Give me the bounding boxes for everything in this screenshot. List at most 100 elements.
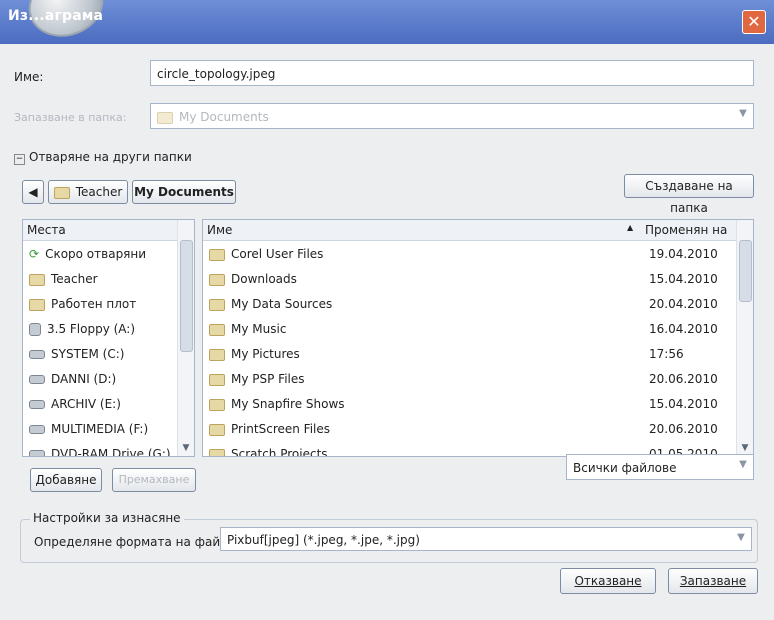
folder-icon	[209, 273, 225, 286]
file-modified: 19.04.2010	[649, 247, 718, 261]
format-label: Определяне формата на файл:	[34, 535, 232, 549]
places-item-label: Скоро отваряни	[45, 247, 147, 261]
files-pane: Име ▲ Променян на Corel User Files 19.04.…	[202, 219, 754, 457]
cancel-label: Отказване	[574, 574, 642, 588]
file-modified: 17:56	[649, 347, 684, 361]
drive-icon	[29, 375, 45, 384]
places-item-label: Работен плот	[51, 297, 137, 311]
file-row[interactable]: Downloads 15.04.2010	[203, 267, 739, 291]
places-item[interactable]: DVD-RAM Drive (G:)	[23, 442, 171, 457]
folder-icon	[209, 448, 225, 456]
add-place-button[interactable]: Добавяне	[30, 468, 102, 492]
cancel-button[interactable]: Отказване	[560, 568, 656, 594]
places-scrollbar[interactable]: ▼	[177, 220, 194, 456]
folder-icon	[53, 186, 70, 199]
places-item-label: 3.5 Floppy (A:)	[47, 322, 136, 336]
file-name: My Music	[231, 322, 287, 336]
places-item-label: DANNI (D:)	[51, 372, 117, 386]
path-segment-label: Teacher	[75, 185, 123, 199]
file-row[interactable]: Corel User Files 19.04.2010	[203, 242, 739, 266]
save-dialog: Име: circle_topology.jpeg Запазване в па…	[0, 44, 774, 620]
folder-icon	[209, 398, 225, 411]
save-in-value: My Documents	[179, 110, 269, 124]
drive-icon	[29, 425, 45, 434]
scroll-thumb[interactable]	[180, 240, 193, 352]
places-item[interactable]: ARCHIV (E:)	[23, 392, 121, 416]
places-item-label: MULTIMEDIA (F:)	[51, 422, 149, 436]
close-icon[interactable]: ✕	[742, 10, 766, 34]
file-row[interactable]: My Snapfire Shows 15.04.2010	[203, 392, 739, 416]
format-select[interactable]: Pixbuf[jpeg] (*.jpeg, *.jpe, *.jpg) ▼	[220, 527, 752, 551]
file-name: Downloads	[231, 272, 297, 286]
chevron-down-icon: ▼	[739, 459, 747, 470]
file-modified: 15.04.2010	[649, 272, 718, 286]
folder-icon	[209, 323, 225, 336]
path-segment-my-documents[interactable]: My Documents	[132, 180, 236, 204]
folder-icon	[209, 373, 225, 386]
places-item[interactable]: MULTIMEDIA (F:)	[23, 417, 148, 441]
folder-icon	[209, 348, 225, 361]
places-item-label: Teacher	[51, 272, 98, 286]
file-name: My Data Sources	[231, 297, 333, 311]
places-item[interactable]: Работен плот	[23, 292, 136, 316]
path-segment-teacher[interactable]: Teacher	[48, 180, 128, 204]
folder-icon	[157, 111, 173, 124]
places-item-label: SYSTEM (C:)	[51, 347, 125, 361]
save-label: Запазване	[679, 574, 747, 588]
window-title: Из...аграма	[8, 8, 104, 24]
create-folder-button[interactable]: Създаване на папка	[624, 174, 754, 215]
path-back-button[interactable]: ◀	[22, 180, 44, 204]
scroll-thumb[interactable]	[739, 240, 752, 302]
browse-toggle-label: Отваряне на други папки	[29, 150, 192, 164]
scroll-down-icon[interactable]: ▼	[178, 440, 194, 456]
places-item[interactable]: SYSTEM (C:)	[23, 342, 124, 366]
collapse-icon: −	[14, 154, 25, 165]
places-item[interactable]: Teacher	[23, 267, 98, 291]
file-row[interactable]: My Pictures 17:56	[203, 342, 739, 366]
export-section-title: Настройки за изнасяне	[30, 511, 184, 525]
places-item[interactable]: DANNI (D:)	[23, 367, 116, 391]
folder-icon	[209, 423, 225, 436]
title-bar: Из...аграма ✕	[0, 0, 774, 47]
file-name: Scratch Projects	[231, 447, 328, 457]
column-name[interactable]: Име	[207, 223, 232, 237]
save-in-label: Запазване в папка:	[14, 111, 127, 124]
file-modified: 20.06.2010	[649, 372, 718, 386]
folder-icon	[29, 273, 45, 286]
recent-icon: ⟳	[29, 247, 40, 261]
file-modified: 20.06.2010	[649, 422, 718, 436]
save-in-select[interactable]: My Documents ▼	[150, 103, 754, 129]
file-row[interactable]: My PSP Files 20.06.2010	[203, 367, 739, 391]
places-item-label: DVD-RAM Drive (G:)	[51, 447, 171, 457]
drive-icon	[29, 350, 45, 359]
save-button[interactable]: Запазване	[668, 568, 758, 594]
folder-icon	[209, 248, 225, 261]
places-item[interactable]: 3.5 Floppy (A:)	[23, 317, 135, 341]
places-item[interactable]: ⟳ Скоро отваряни	[23, 242, 146, 266]
files-scrollbar[interactable]: ▼	[736, 220, 753, 456]
sort-ascending-icon: ▲	[627, 223, 634, 232]
places-header-label: Места	[27, 223, 66, 237]
file-name: My Snapfire Shows	[231, 397, 345, 411]
file-row[interactable]: PrintScreen Files 20.06.2010	[203, 417, 739, 441]
folder-icon	[29, 298, 45, 311]
browse-folders-toggle[interactable]: − Отваряне на други папки	[14, 150, 192, 165]
file-type-filter[interactable]: Всички файлове ▼	[566, 454, 754, 480]
format-value: Pixbuf[jpeg] (*.jpeg, *.jpe, *.jpg)	[227, 533, 420, 547]
filename-input[interactable]: circle_topology.jpeg	[150, 60, 754, 86]
filter-value: Всички файлове	[573, 461, 677, 475]
name-label: Име:	[14, 70, 44, 84]
file-modified: 20.04.2010	[649, 297, 718, 311]
drive-icon	[29, 400, 45, 409]
remove-place-button[interactable]: Премахване	[112, 468, 196, 492]
places-item-label: ARCHIV (E:)	[51, 397, 121, 411]
file-modified: 16.04.2010	[649, 322, 718, 336]
file-row[interactable]: My Music 16.04.2010	[203, 317, 739, 341]
drive-icon	[29, 450, 45, 456]
folder-icon	[209, 298, 225, 311]
file-name: My Pictures	[231, 347, 300, 361]
column-modified[interactable]: Променян на	[645, 223, 727, 237]
places-header: Места	[23, 220, 194, 241]
chevron-down-icon: ▼	[737, 532, 745, 543]
file-row[interactable]: My Data Sources 20.04.2010	[203, 292, 739, 316]
